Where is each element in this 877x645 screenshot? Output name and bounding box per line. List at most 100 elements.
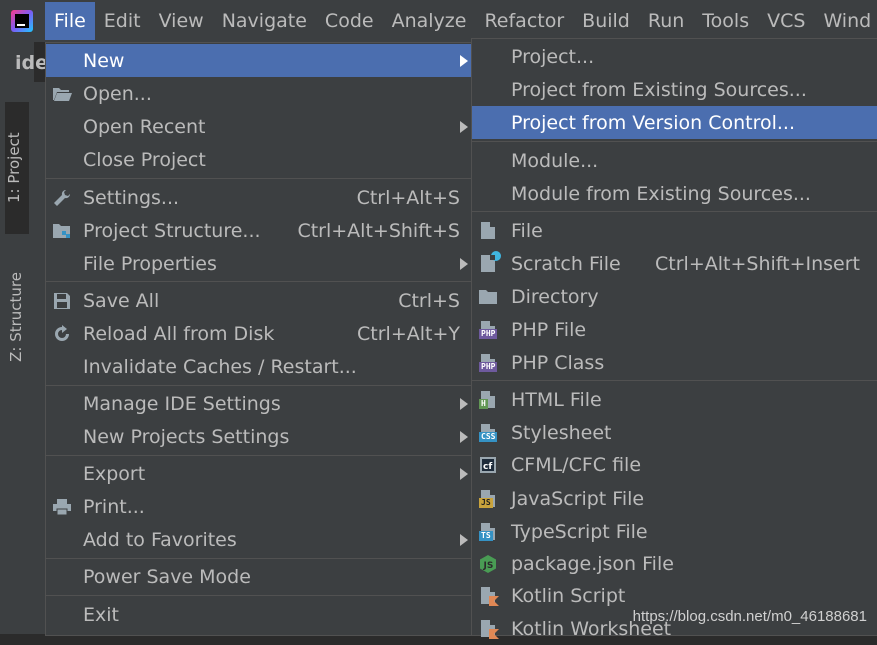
- tab-structure[interactable]: Z: Structure: [7, 272, 25, 362]
- menu-item-html-file[interactable]: H HTML File: [472, 383, 877, 416]
- menu-item-power-save-mode[interactable]: Power Save Mode: [46, 560, 472, 593]
- tool-window-strip: 1: Project Z: Structure: [0, 42, 34, 634]
- menu-separator: [472, 211, 877, 212]
- menu-edit[interactable]: Edit: [95, 2, 150, 40]
- css-file-icon: CSS: [477, 422, 499, 444]
- menu-item-save-all[interactable]: Save All Ctrl+S: [46, 284, 472, 317]
- menu-separator: [46, 281, 472, 282]
- watermark-text: https://blog.csdn.net/m0_46188681: [632, 608, 867, 625]
- menu-run[interactable]: Run: [639, 2, 693, 40]
- submenu-arrow-icon: [460, 533, 468, 546]
- typescript-file-icon: TS: [477, 521, 499, 543]
- menu-item-label: PHP Class: [511, 351, 605, 374]
- menu-item-project[interactable]: Project...: [472, 40, 877, 73]
- menu-item-new[interactable]: New: [46, 44, 472, 77]
- menu-item-label: Stylesheet: [511, 421, 612, 444]
- menu-item-open[interactable]: Open...: [46, 77, 472, 110]
- menu-item-label: File: [511, 219, 543, 242]
- scratch-file-icon: [477, 251, 501, 275]
- menu-item-scratch-file[interactable]: Scratch File Ctrl+Alt+Shift+Insert: [472, 247, 877, 280]
- menu-item-label: JavaScript File: [511, 487, 645, 510]
- menu-view[interactable]: View: [150, 2, 213, 40]
- menu-item-label: CFML/CFC file: [511, 453, 642, 476]
- menu-item-module[interactable]: Module...: [472, 144, 877, 177]
- menu-item-label: File Properties: [83, 252, 217, 275]
- submenu-arrow-icon: [460, 397, 468, 410]
- menu-item-exit[interactable]: Exit: [46, 598, 472, 631]
- menu-item-close-project[interactable]: Close Project: [46, 143, 472, 176]
- menu-item-label: Add to Favorites: [83, 528, 237, 551]
- menu-item-label: Power Save Mode: [83, 565, 251, 588]
- menu-item-settings[interactable]: Settings... Ctrl+Alt+S: [46, 181, 472, 214]
- menu-item-label: Close Project: [83, 148, 206, 171]
- menu-item-label: Export: [83, 462, 146, 485]
- submenu-arrow-icon: [460, 467, 468, 480]
- project-name-label: ide: [15, 52, 48, 74]
- menu-item-label: Invalidate Caches / Restart...: [83, 355, 357, 378]
- menu-item-label: Module from Existing Sources...: [511, 182, 811, 205]
- menu-item-manage-ide-settings[interactable]: Manage IDE Settings: [46, 387, 472, 420]
- shortcut-text: Ctrl+Alt+Shift+Insert: [655, 252, 860, 275]
- menu-item-export[interactable]: Export: [46, 457, 472, 490]
- menu-item-stylesheet[interactable]: CSS Stylesheet: [472, 416, 877, 449]
- shortcut-text: Ctrl+Alt+S: [356, 186, 460, 209]
- menu-item-label: Project from Version Control...: [511, 111, 796, 134]
- menu-item-invalidate-caches[interactable]: Invalidate Caches / Restart...: [46, 350, 472, 383]
- menu-item-project-from-existing-sources[interactable]: Project from Existing Sources...: [472, 73, 877, 106]
- menu-item-module-from-existing-sources[interactable]: Module from Existing Sources...: [472, 177, 877, 210]
- menu-file[interactable]: File: [45, 2, 95, 40]
- tab-project[interactable]: 1: Project: [5, 102, 29, 234]
- menu-build[interactable]: Build: [573, 2, 639, 40]
- menu-item-project-structure[interactable]: Project Structure... Ctrl+Alt+Shift+S: [46, 214, 472, 247]
- menu-item-label: Settings...: [83, 186, 180, 209]
- file-icon: [477, 220, 499, 242]
- menu-item-add-to-favorites[interactable]: Add to Favorites: [46, 523, 472, 556]
- menu-analyze[interactable]: Analyze: [383, 2, 476, 40]
- main-menu-bar: File Edit View Navigate Code Analyze Ref…: [0, 0, 877, 42]
- menu-item-label: PHP File: [511, 318, 587, 341]
- menu-separator: [46, 385, 472, 386]
- menu-code[interactable]: Code: [316, 2, 383, 40]
- menu-item-cfml-file[interactable]: cf CFML/CFC file: [472, 448, 877, 481]
- menu-refactor[interactable]: Refactor: [475, 2, 573, 40]
- menu-item-package-json-file[interactable]: JS package.json File: [472, 547, 877, 580]
- folder-open-icon: [51, 83, 73, 105]
- menu-separator: [46, 558, 472, 559]
- menu-item-label: Project...: [511, 45, 595, 68]
- menu-item-label: Scratch File: [511, 252, 621, 275]
- menu-item-directory[interactable]: Directory: [472, 280, 877, 313]
- reload-icon: [51, 323, 73, 345]
- menu-item-label: package.json File: [511, 552, 674, 575]
- menu-item-php-class[interactable]: PHP PHP Class: [472, 346, 877, 379]
- kotlin-script-icon: [477, 585, 499, 607]
- menu-item-label: TypeScript File: [511, 520, 648, 543]
- menu-item-print[interactable]: Print...: [46, 490, 472, 523]
- menu-item-typescript-file[interactable]: TS TypeScript File: [472, 515, 877, 548]
- shortcut-text: Ctrl+S: [398, 289, 460, 312]
- shortcut-text: Ctrl+Alt+Y: [357, 322, 460, 345]
- menu-item-php-file[interactable]: PHP PHP File: [472, 313, 877, 346]
- menu-vcs[interactable]: VCS: [758, 2, 814, 40]
- menu-item-label: Reload All from Disk: [83, 322, 275, 345]
- menu-separator: [46, 455, 472, 456]
- menu-item-reload-all[interactable]: Reload All from Disk Ctrl+Alt+Y: [46, 317, 472, 350]
- new-submenu: Project... Project from Existing Sources…: [471, 38, 877, 640]
- submenu-arrow-icon: [460, 257, 468, 270]
- svg-text:JS: JS: [483, 561, 494, 571]
- cfml-file-icon: cf: [477, 454, 499, 476]
- menu-item-label: Print...: [83, 495, 145, 518]
- menu-item-new-projects-settings[interactable]: New Projects Settings: [46, 420, 472, 453]
- printer-icon: [51, 496, 73, 518]
- file-menu: New Open... Open Recent Close Project Se…: [45, 42, 473, 636]
- menu-item-project-from-version-control[interactable]: Project from Version Control...: [472, 106, 877, 139]
- menu-item-javascript-file[interactable]: JS JavaScript File: [472, 482, 877, 515]
- menu-item-file[interactable]: File: [472, 214, 877, 247]
- menu-tools[interactable]: Tools: [693, 2, 758, 40]
- folder-icon: [477, 286, 499, 308]
- app-logo-icon: [11, 10, 33, 32]
- menu-window[interactable]: Wind: [814, 2, 877, 40]
- menu-separator: [472, 141, 877, 142]
- menu-item-file-properties[interactable]: File Properties: [46, 247, 472, 280]
- menu-navigate[interactable]: Navigate: [213, 2, 316, 40]
- menu-item-open-recent[interactable]: Open Recent: [46, 110, 472, 143]
